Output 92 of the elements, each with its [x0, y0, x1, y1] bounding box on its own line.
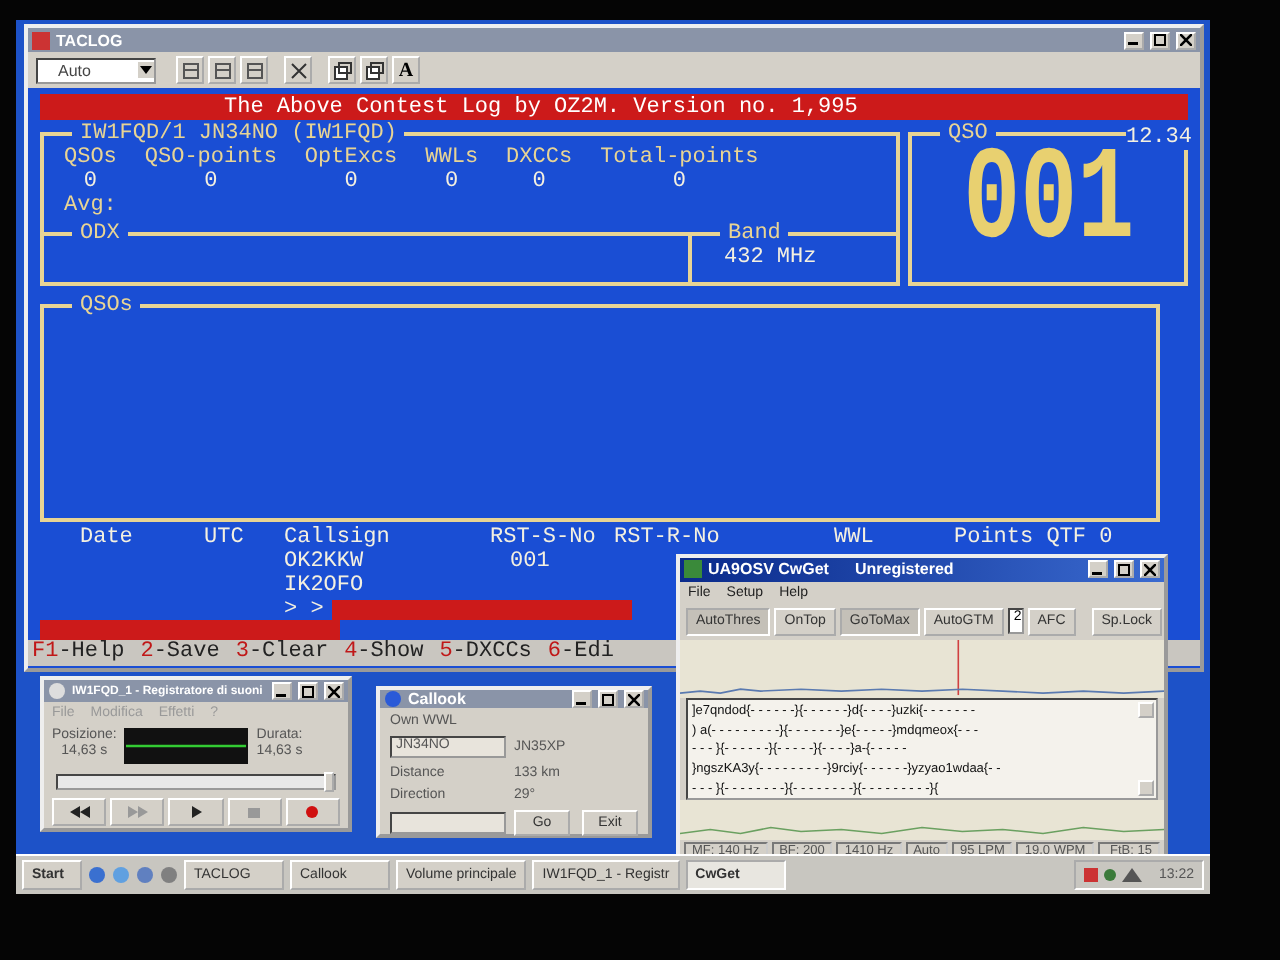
- column-header: WWL: [834, 526, 874, 550]
- avg-label: Avg:: [62, 194, 119, 218]
- band-label: Band: [726, 222, 783, 246]
- stat-label: WWLs: [425, 146, 479, 170]
- position-slider[interactable]: [56, 774, 336, 790]
- registration-status: Unregistered: [854, 560, 956, 579]
- close-icon: [328, 685, 340, 697]
- function-key-label[interactable]: 4-Show: [344, 640, 424, 666]
- odx-label: ODX: [78, 222, 122, 246]
- grid-icon: [245, 61, 263, 79]
- stat-value: 0: [532, 170, 546, 194]
- minimize-button[interactable]: [572, 690, 592, 708]
- clock-text: 12.34: [1125, 126, 1192, 150]
- station-info: IW1FQD/1 JN34NO (IW1FQD): [78, 122, 399, 146]
- rst-cell-text: 001: [508, 550, 550, 574]
- stat-label: DXCCs: [506, 146, 573, 170]
- qsos-label: QSOs: [78, 294, 135, 318]
- app-icon: [32, 31, 50, 49]
- close-icon: [1180, 34, 1192, 46]
- minimize-button[interactable]: [1088, 560, 1108, 579]
- mode-select[interactable]: Auto: [36, 57, 156, 83]
- column-header: RST-S-No: [490, 526, 596, 550]
- stat-label: QSOs: [64, 146, 117, 170]
- band-value: 432 MHz: [722, 246, 819, 270]
- record-icon: [306, 806, 319, 818]
- callsign-cell: OK2KKW: [284, 550, 364, 574]
- qso-label: QSO: [946, 122, 990, 146]
- close-icon: [1144, 563, 1156, 576]
- stat-value: 0: [344, 170, 358, 194]
- rewind-icon: [69, 806, 90, 818]
- rewind-button[interactable]: [52, 798, 107, 826]
- window-title: TACLOG: [56, 31, 125, 49]
- minimize-button[interactable]: [272, 682, 292, 700]
- function-key-label[interactable]: 2-Save: [140, 640, 220, 666]
- stat-label: OptExcs: [304, 146, 398, 170]
- input-field[interactable]: [390, 812, 506, 834]
- stat-value: 0: [445, 170, 459, 194]
- maximize-icon: [1118, 563, 1130, 576]
- app-icon: [384, 690, 402, 708]
- close-button[interactable]: [1176, 31, 1196, 49]
- close-button[interactable]: [1140, 560, 1160, 579]
- maximize-icon: [302, 685, 314, 697]
- app-icon: [48, 682, 66, 700]
- maximize-button[interactable]: [298, 682, 318, 700]
- function-key-label[interactable]: 3-Clear: [235, 640, 329, 666]
- grid-icon: [213, 61, 231, 79]
- column-header: Date: [80, 526, 133, 550]
- caret-icon: [138, 62, 154, 78]
- function-key-label[interactable]: F1-Help: [32, 640, 125, 666]
- font-button[interactable]: A: [392, 56, 420, 84]
- function-key-label[interactable]: 6-Edi: [547, 640, 614, 666]
- window-title: UA9OSV CwGet: [708, 560, 829, 579]
- stat-value: 0: [83, 170, 97, 194]
- column-header: Callsign: [284, 526, 390, 550]
- column-header: RST-R-No: [614, 526, 720, 550]
- play-icon: [191, 806, 201, 818]
- maximize-button[interactable]: [1150, 31, 1170, 49]
- toolbar-button[interactable]: [328, 56, 356, 84]
- toolbar-button[interactable]: [240, 56, 268, 84]
- grid-icon: [181, 61, 199, 79]
- callsign-cell: IK2OFO: [284, 574, 364, 598]
- stat-label: Total-points: [600, 146, 759, 170]
- close-button[interactable]: [324, 682, 344, 700]
- app-icon: [684, 560, 702, 579]
- maximize-button[interactable]: [1114, 560, 1134, 579]
- stat-value: 0: [672, 170, 686, 194]
- close-button[interactable]: [624, 690, 644, 708]
- window-title: Callook: [408, 690, 468, 708]
- entry-prompt: > >: [284, 597, 326, 621]
- play-button[interactable]: [168, 798, 224, 826]
- toolbar-button[interactable]: [284, 56, 312, 84]
- maximize-icon: [1154, 34, 1166, 46]
- minimize-button[interactable]: [1124, 31, 1144, 49]
- stat-value: 0: [204, 170, 218, 194]
- cross-icon: [289, 61, 307, 79]
- slider-thumb[interactable]: [324, 772, 334, 792]
- maximize-icon: [602, 693, 614, 705]
- toolbar-button[interactable]: [208, 56, 236, 84]
- title-banner: The Above Contest Log by OZ2M. Version no. 1,995: [40, 94, 1188, 120]
- function-key-label[interactable]: 5-DXCCs: [439, 640, 532, 666]
- stop-icon: [248, 807, 261, 817]
- close-icon: [628, 693, 640, 705]
- input-field[interactable]: [332, 599, 632, 619]
- fast-forward-icon: [127, 806, 148, 818]
- waveform-display: [124, 728, 249, 764]
- maximize-button[interactable]: [598, 690, 618, 708]
- record-button[interactable]: [285, 798, 341, 826]
- stat-label: QSO-points: [144, 146, 277, 170]
- column-header: UTC: [204, 526, 244, 550]
- toolbar-button[interactable]: [360, 56, 388, 84]
- column-header: Points QTF 0: [954, 526, 1113, 550]
- toolbar-button[interactable]: [176, 56, 204, 84]
